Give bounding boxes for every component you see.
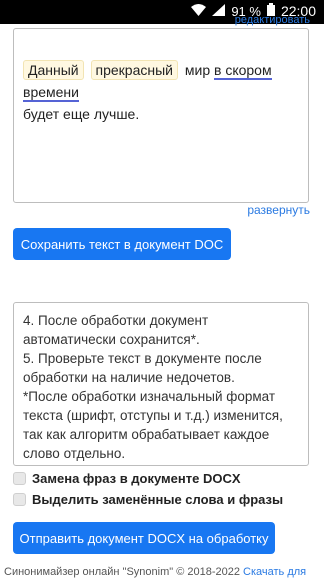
synonym-phrase[interactable]: прекрасный (90, 60, 178, 80)
replace-phrases-label: Замена фраз в документе DOCX (32, 471, 241, 486)
send-docx-button[interactable]: Отправить документ DOCX на обработку (13, 522, 275, 554)
instruction-note: *После обработки изначальный формат текс… (23, 389, 283, 461)
editor-line: будет еще лучше. (23, 106, 140, 122)
instruction-item-4: 4. После обработки документ автоматическ… (23, 313, 209, 347)
footer-download-link[interactable]: Скачать для (243, 566, 306, 578)
replace-phrases-checkbox[interactable] (13, 472, 26, 485)
option-replace-phrases[interactable]: Замена фраз в документе DOCX (13, 471, 241, 486)
footer-text: Синонимайзер онлайн "Synonim" © 2018-202… (4, 566, 240, 578)
synonym-phrase[interactable]: Данный (23, 60, 84, 80)
instructions-box[interactable]: 4. После обработки документ автоматическ… (13, 302, 309, 466)
editor-word: мир (184, 62, 211, 78)
option-highlight-replaced[interactable]: Выделить заменённые слова и фразы (13, 492, 283, 507)
highlight-replaced-label: Выделить заменённые слова и фразы (32, 492, 284, 507)
instruction-item-5: 5. Проверьте текст в документе после обр… (23, 351, 262, 385)
save-doc-button[interactable]: Сохранить текст в документ DOC (13, 228, 231, 260)
edit-link[interactable]: редактировать (235, 14, 310, 26)
expand-link[interactable]: развернуть (247, 203, 310, 217)
footer: Синонимайзер онлайн "Synonim" © 2018-202… (0, 566, 324, 578)
highlight-replaced-checkbox[interactable] (13, 493, 26, 506)
wifi-icon (191, 3, 207, 19)
text-editor[interactable]: Данный прекрасный мир в скором времени б… (13, 28, 309, 203)
signal-icon (212, 3, 226, 19)
